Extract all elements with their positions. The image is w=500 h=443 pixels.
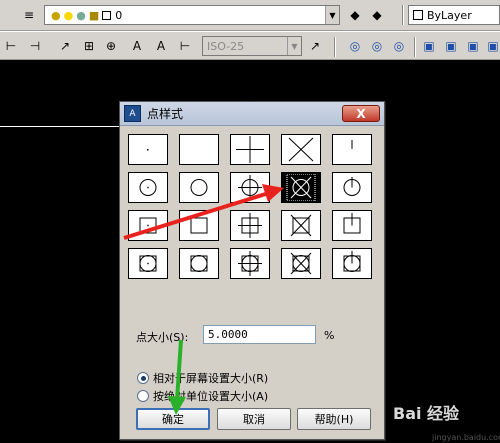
toolbar-separator [402, 5, 404, 25]
square-tick-point-icon [343, 213, 361, 234]
point-style-square-dot[interactable] [128, 210, 168, 241]
dim-edit-icon[interactable]: A [128, 37, 146, 55]
point-style-circle-dot[interactable] [128, 172, 168, 203]
center-mark-icon[interactable]: ⊕ [102, 37, 120, 55]
tolerance-icon[interactable]: ⊞ [80, 37, 98, 55]
square-dot-point-icon [139, 217, 157, 234]
point-style-circle-square-dot[interactable] [128, 248, 168, 279]
leader-icon[interactable]: ↗ [56, 37, 74, 55]
cancel-button[interactable]: 取消 [217, 408, 291, 430]
percent-suffix: % [324, 329, 335, 342]
dim-text-edit-icon[interactable]: A [152, 37, 170, 55]
subtract-icon[interactable]: ▣ [464, 37, 482, 55]
point-style-circle[interactable] [179, 172, 219, 203]
layer-manager-icon[interactable]: ≡ [20, 6, 38, 24]
circle-square-x-point-icon [290, 252, 312, 275]
toolbar-separator [334, 37, 336, 57]
point-style-circle-square-x[interactable] [281, 248, 321, 279]
x-point-icon [288, 137, 314, 162]
tick-point-icon [351, 140, 353, 149]
point-style-circle-x-selected[interactable] [281, 172, 321, 203]
lightbulb-icon: ● [51, 8, 61, 22]
layer-combo[interactable]: ● ● ● ■ 0 ▼ [44, 5, 340, 25]
point-size-input[interactable]: 5.0000 [203, 325, 316, 344]
point-style-plus[interactable] [230, 134, 270, 165]
circle-point-icon [190, 179, 208, 196]
radio-button-checked[interactable] [137, 372, 149, 384]
dimension-toolbar: ⊢ ⊣ ↗ ⊞ ⊕ A A ⊢ ISO-25 ▼ ↗ ◎ ◎ ◎ ▣ ▣ ▣ ▣ [0, 31, 500, 60]
autocad-app-icon: A [124, 105, 141, 122]
orbit-icon[interactable]: ◎ [346, 37, 364, 55]
point-style-x[interactable] [281, 134, 321, 165]
point-style-circle-square-plus[interactable] [230, 248, 270, 279]
color-combo[interactable]: ByLayer [408, 5, 500, 25]
point-style-circle-plus[interactable] [230, 172, 270, 203]
dim-update-icon[interactable]: ⊢ [176, 37, 194, 55]
point-style-square-x[interactable] [281, 210, 321, 241]
square-point-icon [190, 217, 208, 234]
point-style-square[interactable] [179, 210, 219, 241]
radio-relative-label: 相对于屏幕设置大小(R) [153, 372, 269, 385]
toolbar-separator [414, 37, 416, 57]
intersect-icon[interactable]: ▣ [484, 37, 500, 55]
point-style-square-tick[interactable] [332, 210, 372, 241]
point-style-circle-square-tick[interactable] [332, 248, 372, 279]
dim-style-icon[interactable]: ↗ [306, 37, 324, 55]
point-style-dialog: A 点样式 X 点大小(S): 5.0000 % 相对于屏幕设置大小(R) 按绝… [119, 101, 385, 440]
dimstyle-combo[interactable]: ISO-25 ▼ [202, 36, 302, 56]
blank-point-icon [181, 136, 217, 163]
baseline-dim-icon[interactable]: ⊣ [26, 37, 44, 55]
radio-relative-size[interactable]: 相对于屏幕设置大小(R) [137, 370, 268, 386]
lock-icon: ■ [88, 8, 100, 22]
linear-dim-icon[interactable]: ⊢ [2, 37, 20, 55]
circle-square-point-icon [190, 255, 208, 272]
watermark-url: jingyan.baidu.com [432, 433, 500, 442]
circle-square-dot-point-icon [139, 255, 157, 272]
radio-absolute-size[interactable]: 按绝对单位设置大小(A) [137, 388, 268, 404]
continuous-orbit-icon[interactable]: ◎ [390, 37, 408, 55]
freeze-icon: ● [76, 8, 86, 22]
layer-color-swatch [102, 10, 112, 20]
radio-absolute-label: 按绝对单位设置大小(A) [153, 390, 269, 403]
point-style-square-plus[interactable] [230, 210, 270, 241]
dot-point-icon [147, 149, 149, 151]
dialog-titlebar[interactable]: A 点样式 X [120, 102, 384, 126]
drawn-line [0, 126, 122, 127]
close-button[interactable]: X [342, 105, 380, 122]
point-style-circle-tick[interactable] [332, 172, 372, 203]
layers-toolbar: ≡ ● ● ● ■ 0 ▼ ◆ ◆ ByLayer [0, 0, 500, 31]
chevron-down-icon[interactable]: ▼ [287, 37, 301, 55]
layer-previous-icon[interactable]: ◆ [368, 6, 386, 24]
dimstyle-combo-value: ISO-25 [207, 39, 245, 53]
baidu-logo: Bai 经验 [393, 404, 460, 423]
point-style-none[interactable] [179, 134, 219, 165]
circle-square-plus-point-icon [238, 251, 262, 276]
circle-square-tick-point-icon [343, 251, 361, 272]
circle-dot-point-icon [139, 179, 157, 196]
square-plus-point-icon [238, 213, 262, 238]
free-orbit-icon[interactable]: ◎ [368, 37, 386, 55]
square-x-point-icon [290, 214, 312, 237]
plus-point-icon [236, 136, 264, 163]
dialog-title: 点样式 [147, 107, 184, 121]
union-icon[interactable]: ▣ [442, 37, 460, 55]
layer-combo-value: 0 [115, 8, 123, 22]
circle-x-point-icon [286, 174, 316, 201]
radio-button-unchecked[interactable] [137, 390, 149, 402]
box-icon[interactable]: ▣ [420, 37, 438, 55]
color-swatch [413, 10, 423, 20]
color-combo-value: ByLayer [427, 8, 472, 22]
circle-plus-point-icon [238, 175, 262, 200]
sun-icon: ● [63, 8, 74, 22]
ok-button[interactable]: 确定 [136, 408, 210, 430]
point-style-tick[interactable] [332, 134, 372, 165]
point-style-dot[interactable] [128, 134, 168, 165]
make-layer-current-icon[interactable]: ◆ [346, 6, 364, 24]
point-style-circle-square[interactable] [179, 248, 219, 279]
point-size-label: 点大小(S): [136, 331, 189, 344]
circle-tick-point-icon [343, 177, 361, 196]
help-button[interactable]: 帮助(H) [297, 408, 371, 430]
chevron-down-icon[interactable]: ▼ [325, 6, 339, 24]
